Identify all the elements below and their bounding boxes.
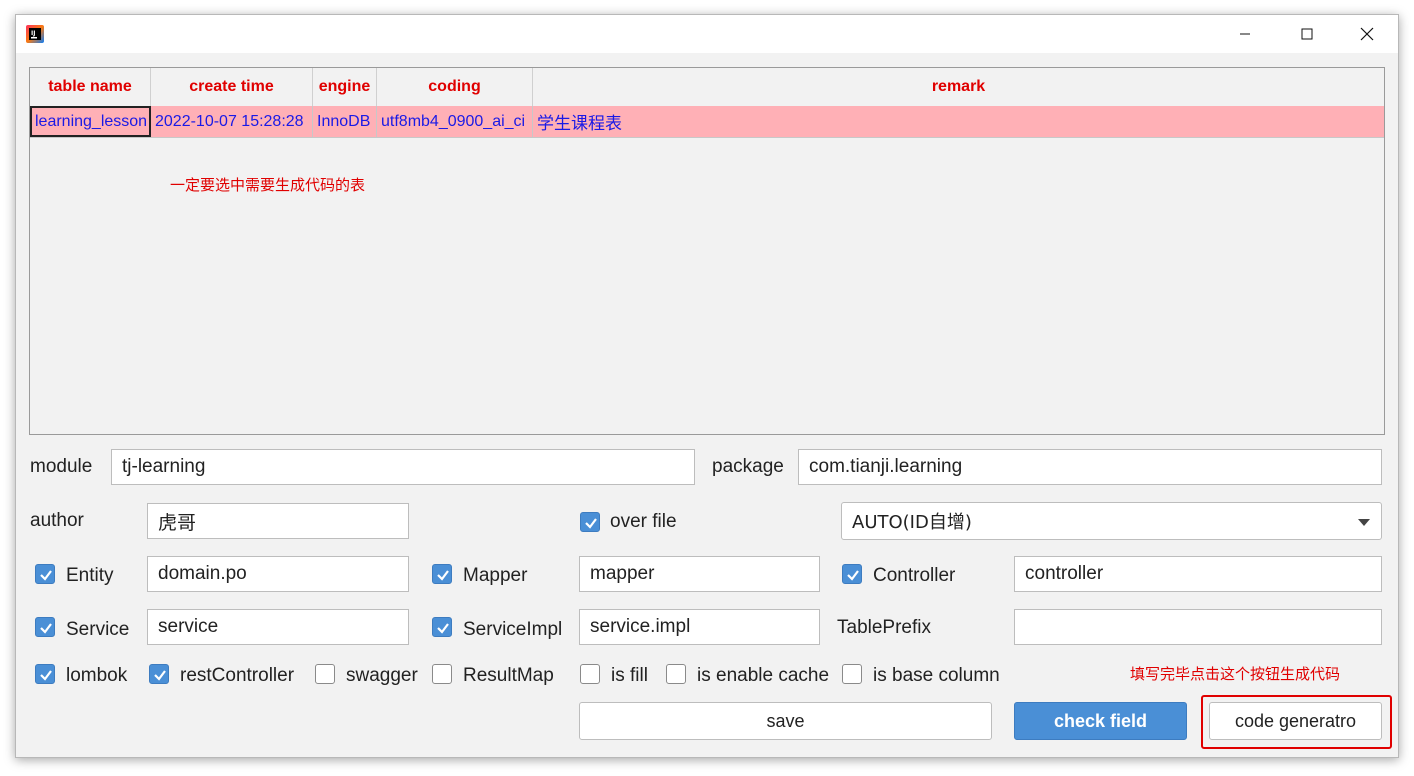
column-header-engine[interactable]: engine (313, 68, 377, 106)
controller-checkbox[interactable] (842, 564, 862, 584)
cell-engine[interactable]: InnoDB (313, 106, 377, 137)
lombok-label: lombok (66, 665, 128, 686)
checkmark-icon (437, 623, 449, 634)
author-label: author (30, 510, 84, 531)
restcontroller-label: restController (180, 665, 295, 686)
mapper-input[interactable]: mapper (579, 556, 820, 592)
check-field-button[interactable]: check field (1014, 702, 1187, 740)
app-window: IJ table name create time engine coding … (15, 14, 1399, 758)
generate-annotation: 填写完毕点击这个按钮生成代码 (1130, 665, 1341, 683)
svg-text:IJ: IJ (31, 30, 35, 37)
column-header-remark[interactable]: remark (533, 68, 1384, 106)
select-table-annotation: 一定要选中需要生成代码的表 (170, 176, 366, 194)
tableprefix-input[interactable] (1014, 609, 1382, 645)
minimize-button[interactable] (1222, 15, 1268, 53)
checkmark-icon (40, 670, 52, 681)
highlight-box (1201, 695, 1392, 749)
over-file-label: over file (610, 511, 677, 532)
id-type-value: AUTO(ID自增) (852, 512, 972, 533)
author-input[interactable]: 虎哥 (147, 503, 409, 539)
service-checkbox[interactable] (35, 617, 55, 637)
chevron-down-icon (1358, 519, 1370, 526)
checkmark-icon (40, 623, 52, 634)
mapper-checkbox[interactable] (432, 564, 452, 584)
mapper-label: Mapper (463, 565, 528, 586)
is-enable-cache-checkbox[interactable] (666, 664, 686, 684)
lombok-checkbox[interactable] (35, 664, 55, 684)
minimize-icon (1240, 33, 1250, 35)
controller-label: Controller (873, 565, 956, 586)
intellij-idea-icon: IJ (26, 25, 44, 43)
serviceimpl-label: ServiceImpl (463, 619, 563, 640)
entity-input[interactable]: domain.po (147, 556, 409, 592)
controller-input[interactable]: controller (1014, 556, 1382, 592)
service-input[interactable]: service (147, 609, 409, 645)
cell-remark[interactable]: 学生课程表 (533, 106, 1384, 137)
is-base-column-checkbox[interactable] (842, 664, 862, 684)
tableprefix-label: TablePrefix (837, 617, 931, 638)
checkmark-icon (437, 570, 449, 581)
save-button[interactable]: save (579, 702, 992, 740)
table-row[interactable]: learning_lesson 2022-10-07 15:28:28 Inno… (30, 106, 1384, 138)
checkmark-icon (40, 570, 52, 581)
swagger-label: swagger (346, 665, 418, 686)
checkmark-icon (585, 518, 597, 529)
checkmark-icon (847, 570, 859, 581)
is-base-column-label: is base column (873, 665, 1000, 686)
is-enable-cache-label: is enable cache (697, 665, 830, 686)
cell-table-name[interactable]: learning_lesson (30, 106, 151, 137)
entity-label: Entity (66, 565, 114, 586)
module-label: module (30, 456, 93, 477)
is-fill-label: is fill (611, 665, 648, 686)
id-type-select[interactable]: AUTO(ID自增) (841, 502, 1382, 540)
serviceimpl-checkbox[interactable] (432, 617, 452, 637)
package-input[interactable]: com.tianji.learning (798, 449, 1382, 485)
serviceimpl-input[interactable]: service.impl (579, 609, 820, 645)
checkmark-icon (154, 670, 166, 681)
is-fill-checkbox[interactable] (580, 664, 600, 684)
swagger-checkbox[interactable] (315, 664, 335, 684)
maximize-icon (1301, 28, 1313, 40)
module-input[interactable]: tj-learning (111, 449, 695, 485)
over-file-checkbox[interactable] (580, 512, 600, 532)
close-button[interactable] (1344, 15, 1390, 53)
column-header-table-name[interactable]: table name (30, 68, 151, 106)
package-label: package (712, 456, 784, 477)
resultmap-checkbox[interactable] (432, 664, 452, 684)
service-label: Service (66, 619, 130, 640)
table-list[interactable]: table name create time engine coding rem… (29, 67, 1385, 435)
cell-create-time[interactable]: 2022-10-07 15:28:28 (151, 106, 313, 137)
cell-coding[interactable]: utf8mb4_0900_ai_ci (377, 106, 533, 137)
resultmap-label: ResultMap (463, 665, 554, 686)
maximize-button[interactable] (1284, 15, 1330, 53)
column-header-coding[interactable]: coding (377, 68, 533, 106)
restcontroller-checkbox[interactable] (149, 664, 169, 684)
close-icon (1360, 27, 1374, 41)
column-header-create-time[interactable]: create time (151, 68, 313, 106)
entity-checkbox[interactable] (35, 564, 55, 584)
title-bar: IJ (16, 15, 1398, 53)
